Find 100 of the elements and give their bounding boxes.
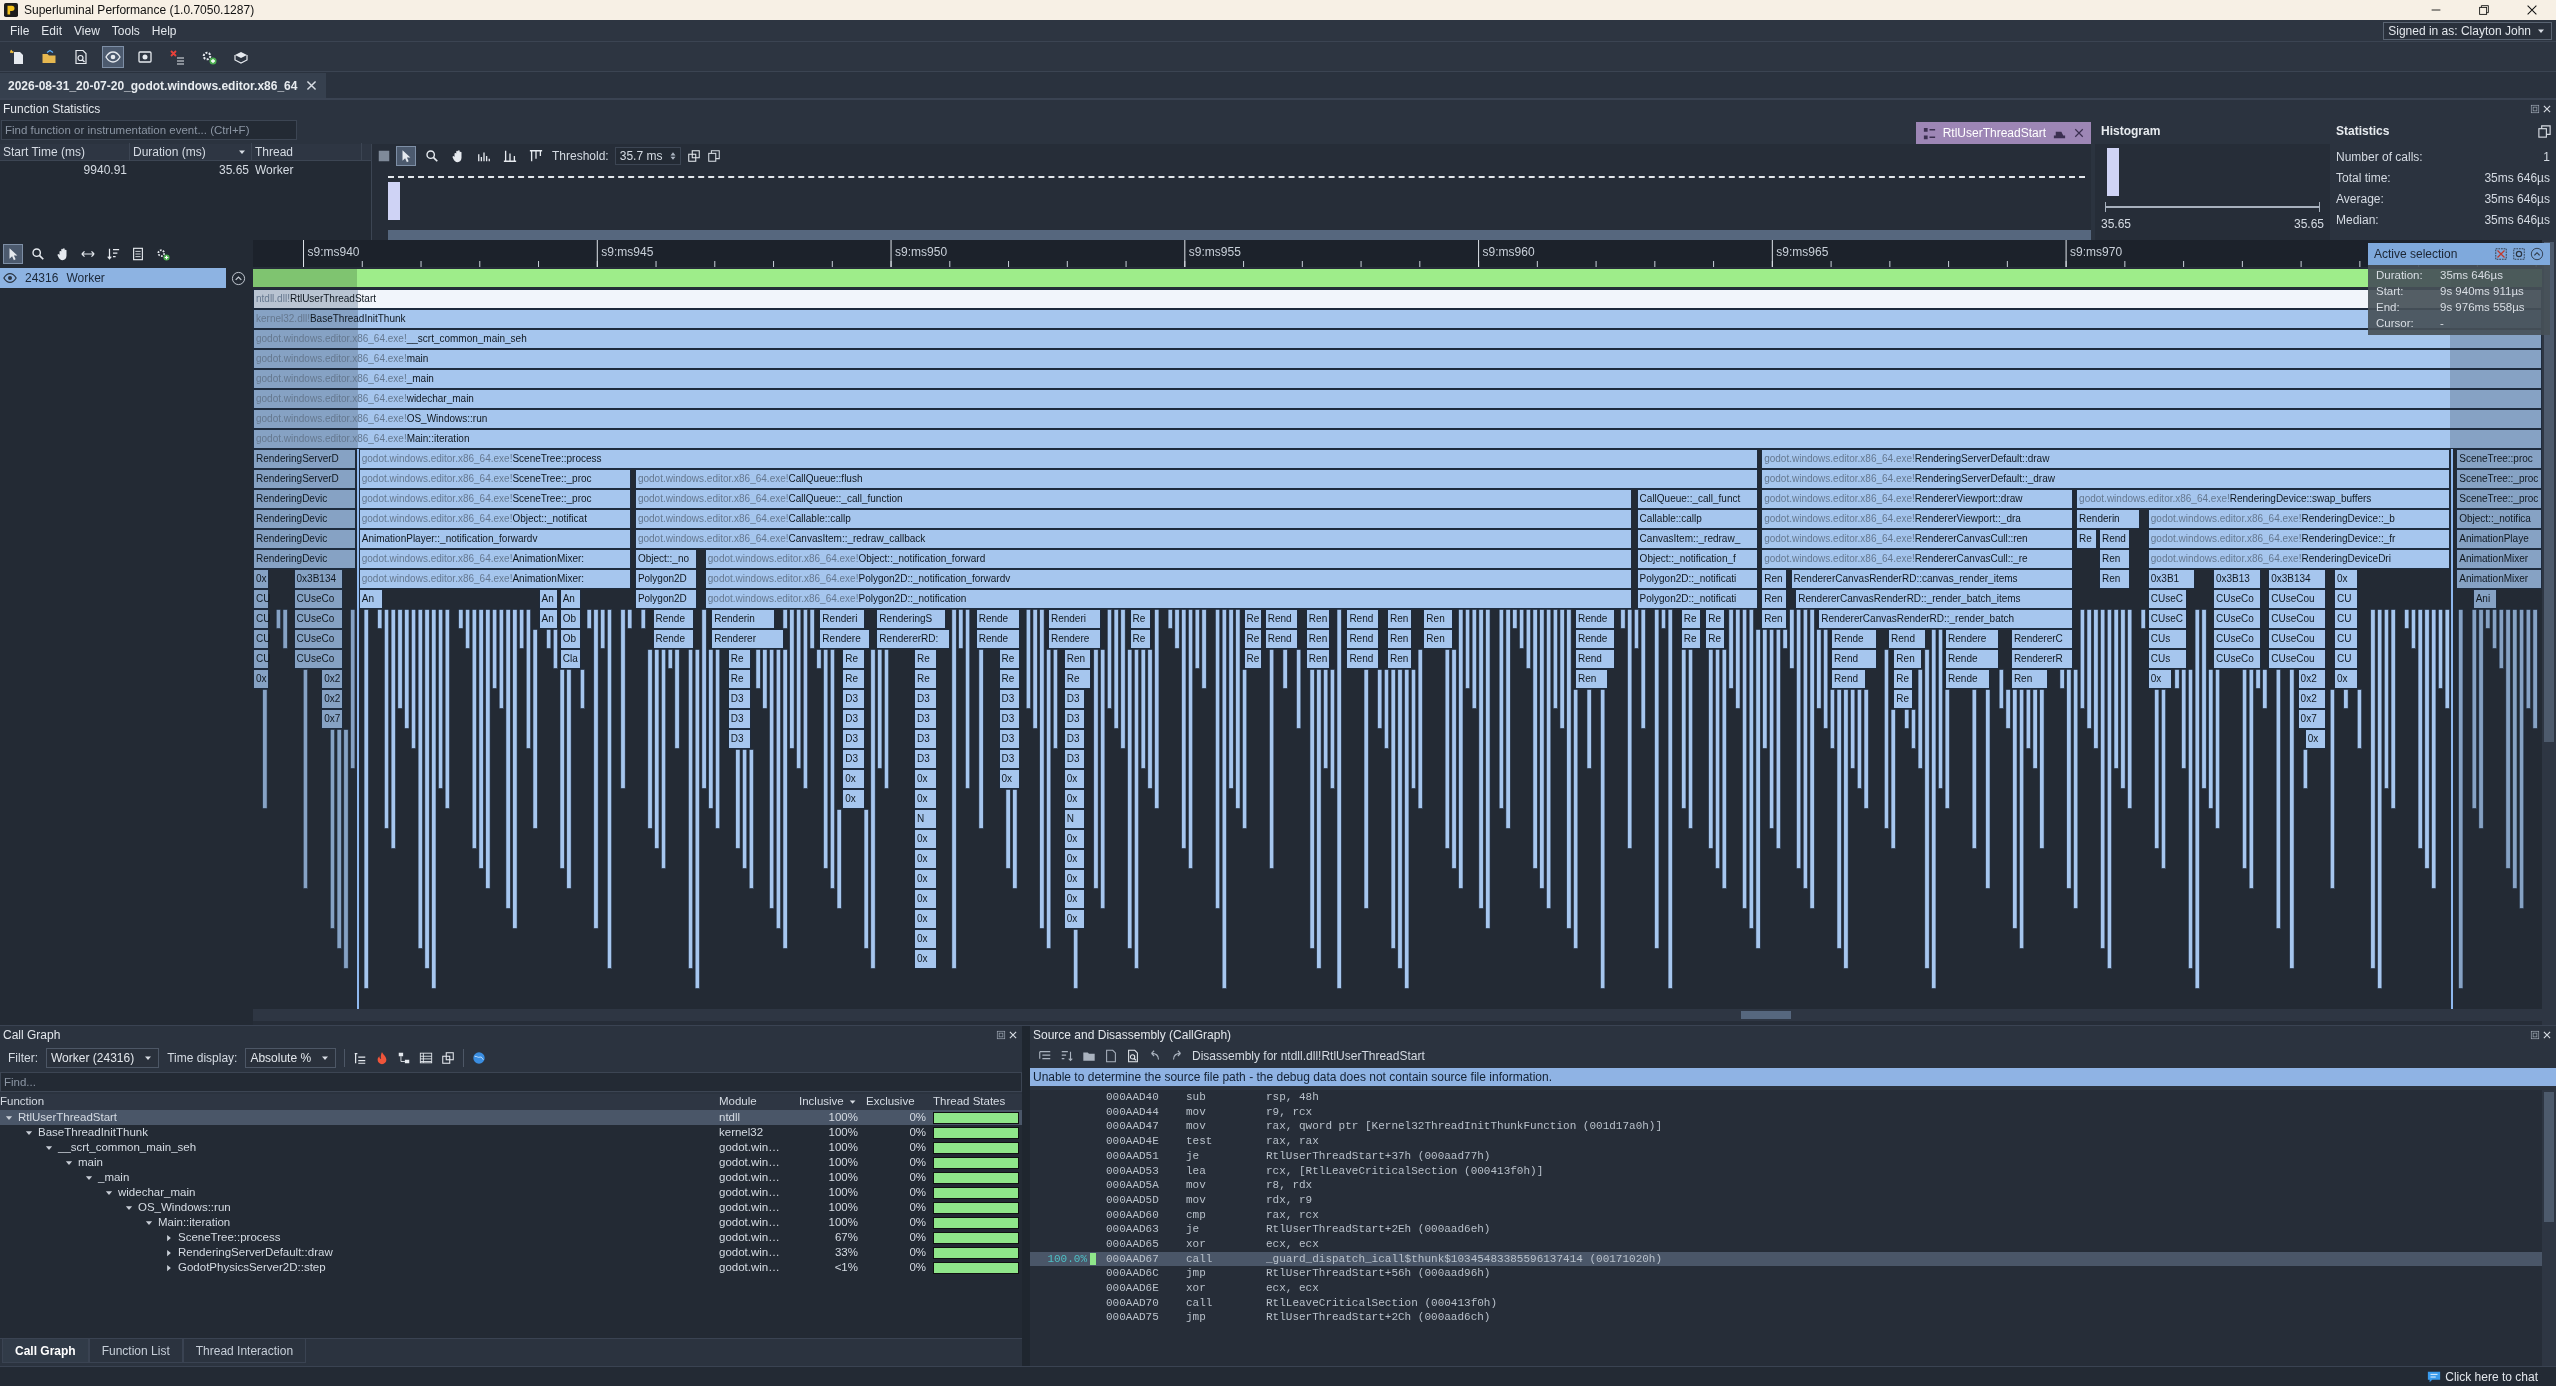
function-frame[interactable]: godot.windows.editor.x86_64.exe!CallQueue::flush	[634, 469, 1758, 489]
panel-tab[interactable]: Thread Interaction	[182, 1339, 307, 1363]
function-frame[interactable]: RenderingDevic	[253, 529, 356, 549]
function-frame[interactable]: RendererCanvasRenderRD::_render_batch_items	[1795, 589, 2073, 609]
function-frame[interactable]: N	[913, 809, 937, 829]
function-frame[interactable]: godot.windows.editor.x86_64.exe!RenderingDevice::_fr	[2147, 529, 2450, 549]
function-frame[interactable]: An	[538, 589, 558, 609]
menu-item[interactable]: Tools	[105, 21, 146, 40]
function-frame[interactable]: 0x	[1063, 789, 1085, 809]
function-frame[interactable]: D3	[1063, 749, 1085, 769]
function-frame[interactable]: Rend	[1346, 609, 1380, 629]
function-frame[interactable]: Rende	[1945, 649, 2000, 669]
function-frame[interactable]: godot.windows.editor.x86_64.exe!SceneTree::process	[358, 449, 1758, 469]
function-frame[interactable]: Re	[842, 669, 866, 689]
function-frame[interactable]: Object::_notifica	[2456, 509, 2542, 529]
function-frame[interactable]: Rende	[652, 629, 694, 649]
function-frame[interactable]: 0x	[2147, 669, 2172, 689]
function-frame[interactable]: D3	[998, 689, 1020, 709]
function-frame[interactable]: 0x	[842, 769, 866, 789]
code-line[interactable]: 000AAD44 mov r9, rcx	[1030, 1104, 2542, 1120]
code-line[interactable]: 000AAD47 mov rax, qword ptr [Kernel32ThreadInitThunkFunction (001d17a0h)]	[1030, 1119, 2542, 1135]
function-frame[interactable]: CUseCo	[2213, 649, 2261, 669]
function-frame[interactable]: Re	[998, 649, 1020, 669]
function-frame[interactable]: Rende	[1574, 609, 1616, 629]
time-display-dropdown[interactable]: Absolute %	[245, 1048, 337, 1068]
function-frame[interactable]: godot.windows.editor.x86_64.exe!RendererViewport::draw	[1761, 489, 2073, 509]
function-frame[interactable]: Rend	[1574, 649, 1616, 669]
function-frame[interactable]: 0x7	[321, 709, 343, 729]
code-line[interactable]: 000AAD75 jmp RtlUserThreadStart+2Ch (000aad6ch)	[1030, 1310, 2542, 1325]
function-frame[interactable]: 0x2	[321, 669, 343, 689]
document-tab[interactable]: 2026-08-31_20-07-20_godot.windows.editor.x86_64	[0, 73, 327, 98]
function-frame[interactable]: Re	[1129, 629, 1151, 649]
function-frame[interactable]: godot.windows.editor.x86_64.exe!Callable::callp	[634, 509, 1632, 529]
function-frame[interactable]: D3	[913, 729, 937, 749]
function-frame[interactable]: Ani	[2472, 589, 2497, 609]
function-frame[interactable]: godot.windows.editor.x86_64.exe!SceneTree::_proc	[358, 469, 632, 489]
function-frame[interactable]: godot.windows.editor.x86_64.exe!CanvasItem::_redraw_callback	[634, 529, 1632, 549]
function-frame[interactable]: D3	[727, 709, 751, 729]
function-frame[interactable]: godot.windows.editor.x86_64.exe!Main::iteration	[253, 429, 2542, 449]
function-frame[interactable]: Re	[1680, 609, 1701, 629]
function-frame[interactable]: godot.windows.editor.x86_64.exe!AnimationMixer:	[358, 549, 632, 569]
function-frame[interactable]: Rendere	[819, 629, 870, 649]
function-frame[interactable]: godot.windows.editor.x86_64.exe!RendererCanvasCull::_re	[1761, 549, 2073, 569]
function-frame[interactable]: D3	[998, 709, 1020, 729]
column-header[interactable]: Inclusive	[795, 1093, 862, 1111]
function-frame[interactable]: Re	[1705, 609, 1725, 629]
function-frame[interactable]: Renderi	[819, 609, 866, 629]
function-frame[interactable]: godot.windows.editor.x86_64.exe!RendererViewport::_dra	[1761, 509, 2073, 529]
function-frame[interactable]: RenderingServerD	[253, 449, 356, 469]
function-frame[interactable]: Ren	[1761, 609, 1787, 629]
function-frame[interactable]: Re	[2076, 529, 2098, 549]
function-frame[interactable]: Ren	[1423, 609, 1453, 629]
function-frame[interactable]: CUseCou	[2268, 629, 2326, 649]
function-frame[interactable]: Re	[1243, 609, 1262, 629]
find-field[interactable]: Find...	[0, 1072, 1022, 1092]
function-frame[interactable]: Object::_notification_f	[1636, 549, 1758, 569]
function-frame[interactable]: Callable::callp	[1636, 509, 1758, 529]
function-frame[interactable]: SceneTree::_proc	[2456, 489, 2542, 509]
function-frame[interactable]: D3	[913, 689, 937, 709]
function-frame[interactable]: godot.windows.editor.x86_64.exe!CallQueue::_call_function	[634, 489, 1632, 509]
function-frame[interactable]: D3	[913, 749, 937, 769]
function-frame[interactable]: 0x	[913, 909, 937, 929]
code-line[interactable]: 000AAD60 cmp rax, rcx	[1030, 1207, 2542, 1223]
function-frame[interactable]: AnimationPlaye	[2456, 529, 2542, 549]
tree-row[interactable]: RtlUserThreadStart ntdll 100% 0%	[0, 1110, 1022, 1125]
function-frame[interactable]: AnimationMixer	[2456, 569, 2542, 589]
menu-item[interactable]: File	[4, 21, 36, 40]
filter-dropdown[interactable]: Worker (24316)	[46, 1048, 160, 1068]
function-frame[interactable]: 0x	[913, 849, 937, 869]
function-frame[interactable]: Re	[1243, 629, 1262, 649]
code-line[interactable]: 000AAD40 sub rsp, 48h	[1030, 1090, 2542, 1105]
function-frame[interactable]: Polygon2D	[634, 589, 697, 609]
function-frame[interactable]: RenderingServerD	[253, 469, 356, 489]
function-frame[interactable]: D3	[1063, 729, 1085, 749]
function-frame[interactable]: CUseCo	[293, 629, 343, 649]
function-frame[interactable]: Ren	[2099, 569, 2130, 589]
function-frame[interactable]: godot.windows.editor.x86_64.exe!RendererCanvasCull::ren	[1761, 529, 2073, 549]
function-frame[interactable]: SceneTree::_proc	[2456, 469, 2542, 489]
function-frame[interactable]: CUseCou	[2268, 609, 2326, 629]
code-line[interactable]: 000AAD51 je RtlUserThreadStart+37h (000aad77h)	[1030, 1148, 2542, 1164]
code-line[interactable]: 000AAD4E test rax, rax	[1030, 1134, 2542, 1149]
function-frame[interactable]: Re	[1893, 669, 1914, 689]
function-frame[interactable]: Renderin	[2076, 509, 2140, 529]
tree-row[interactable]: BaseThreadInitThunk kernel32 100% 0%	[0, 1125, 1022, 1140]
tree-row[interactable]: main godot.win… 100% 0%	[0, 1155, 1022, 1170]
function-frame[interactable]: Re	[1243, 649, 1262, 669]
function-frame[interactable]: Polygon2D::_notificati	[1636, 569, 1758, 589]
threshold-field[interactable]: 35.7 ms	[614, 147, 682, 165]
function-frame[interactable]: CUseCou	[2268, 649, 2326, 669]
function-frame[interactable]: CUseCo	[293, 649, 343, 669]
tree-row[interactable]: _main godot.win… 100% 0%	[0, 1170, 1022, 1185]
function-frame[interactable]: D3	[998, 729, 1020, 749]
column-header[interactable]: Thread States	[930, 1093, 1022, 1111]
function-frame[interactable]: D3	[842, 689, 866, 709]
function-frame[interactable]: Object::_no	[634, 549, 697, 569]
column-header[interactable]: Start Time (ms)	[0, 143, 130, 161]
code-line[interactable]: 000AAD53 lea rcx, [RtlLeaveCriticalSection (000413f0h)]	[1030, 1163, 2542, 1179]
function-frame[interactable]: CUseCo	[293, 609, 343, 629]
function-frame[interactable]: 0x	[913, 889, 937, 909]
function-frame[interactable]: godot.windows.editor.x86_64.exe!RenderingDeviceDri	[2147, 549, 2450, 569]
